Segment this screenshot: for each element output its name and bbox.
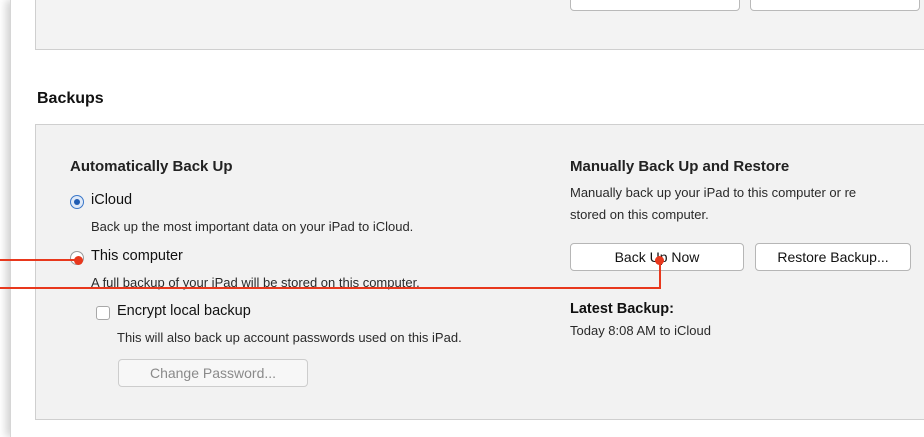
encrypt-backup-checkbox[interactable] (96, 306, 110, 320)
change-password-button[interactable]: Change Password... (118, 359, 308, 387)
icloud-radio[interactable] (70, 195, 84, 209)
latest-backup-value: Today 8:08 AM to iCloud (570, 323, 711, 338)
encrypt-backup-label[interactable]: Encrypt local backup (117, 303, 251, 319)
encrypt-backup-description: This will also back up account passwords… (117, 330, 462, 345)
auto-backup-heading: Automatically Back Up (70, 158, 233, 175)
callout-dot-back-up-now (655, 256, 664, 265)
previous-section-button-left[interactable] (570, 0, 740, 11)
manual-backup-description-line2: stored on this computer. (570, 207, 709, 222)
callout-line-this-computer (0, 259, 78, 261)
callout-dot-this-computer (74, 256, 83, 265)
manual-backup-description-line1: Manually back up your iPad to this compu… (570, 185, 857, 200)
restore-backup-button[interactable]: Restore Backup... (755, 243, 911, 271)
latest-backup-heading: Latest Backup: (570, 301, 674, 317)
previous-section-button-right[interactable] (750, 0, 920, 11)
icloud-radio-label[interactable]: iCloud (91, 192, 132, 208)
itunes-device-window: Backups Automatically Back Up iCloud Bac… (10, 0, 924, 437)
previous-section-panel (35, 0, 924, 50)
backups-section-title: Backups (37, 90, 104, 107)
this-computer-radio-label[interactable]: This computer (91, 248, 183, 264)
manual-backup-heading: Manually Back Up and Restore (570, 158, 790, 175)
icloud-description: Back up the most important data on your … (91, 219, 414, 234)
callout-line-back-up-now (0, 287, 661, 289)
backups-panel: Automatically Back Up iCloud Back up the… (35, 124, 924, 420)
